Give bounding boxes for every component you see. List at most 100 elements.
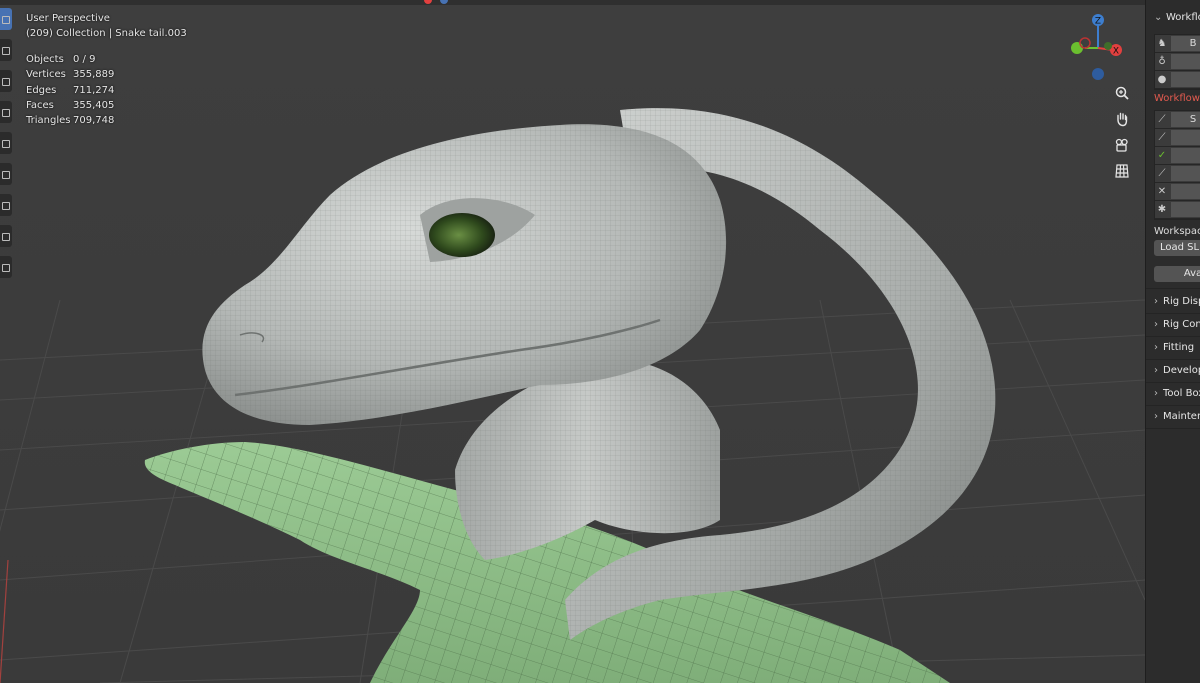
workflow-panel-header[interactable]: ⌄Workflow (1154, 12, 1200, 23)
chevron-right-icon: › (1154, 365, 1158, 376)
annotate-icon[interactable] (0, 194, 12, 216)
stat-row: Edges 711,274 (26, 83, 133, 98)
tool-shelf (0, 8, 12, 287)
viewport-info: User Perspective (209) Collection | Snak… (26, 11, 187, 41)
bone-icon: ⟋ (1158, 132, 1166, 143)
tool-row[interactable]: ⟋ (1155, 165, 1200, 183)
stat-label: Objects (26, 54, 64, 65)
y-axis-handle[interactable] (1071, 42, 1083, 54)
section-label: Tool Box (1163, 388, 1200, 399)
snake-eye (429, 213, 495, 257)
neg-y-handle[interactable] (1104, 42, 1112, 50)
tool-row[interactable]: ✓ (1155, 147, 1200, 165)
section-label: Mainten (1163, 411, 1200, 422)
section-label: Develop (1163, 365, 1200, 376)
cursor-icon[interactable] (0, 39, 12, 61)
transform-icon[interactable] (0, 163, 12, 185)
sidebar-panel: ⌄Workflow ♞ B ♁ ● Workflow F ⟋S ⟋ ✓ ⟋ ✕ … (1145, 0, 1200, 683)
section-label: Fitting (1163, 342, 1195, 353)
stat-row: Faces 355,405 (26, 98, 133, 113)
rotate-icon[interactable] (0, 101, 12, 123)
workflow-row[interactable]: ● (1155, 71, 1200, 89)
tool-row-value (1171, 202, 1200, 217)
armature-icon: ♞ (1157, 38, 1167, 49)
chevron-right-icon: › (1154, 296, 1158, 307)
chevron-right-icon: › (1154, 388, 1158, 399)
chevron-right-icon: › (1154, 342, 1158, 353)
tool-row-value (1171, 130, 1200, 145)
bone-icon: ⟋ (1158, 168, 1166, 179)
collection-info: (209) Collection | Snake tail.003 (26, 28, 187, 39)
tool-row[interactable]: ✱ (1155, 201, 1200, 219)
scene-statistics: Objects 0 / 9 Vertices 355,889 Edges 711… (26, 52, 133, 128)
divider (1146, 405, 1200, 406)
scale-icon[interactable] (0, 132, 12, 154)
section-label: Rig Cont (1163, 319, 1200, 330)
viewport-scene[interactable] (0, 0, 1200, 683)
stat-value: 709,748 (73, 115, 115, 127)
divider (1146, 336, 1200, 337)
camera-icon[interactable] (1111, 134, 1133, 156)
view-name: User Perspective (26, 13, 110, 24)
viewport-header (0, 0, 1145, 5)
workflow-title: Workflow (1166, 12, 1200, 23)
stat-value: 0 / 9 (73, 54, 96, 65)
load-sl-button[interactable]: Load SL A (1154, 240, 1200, 256)
ava-button[interactable]: Ava (1154, 266, 1200, 282)
tool-row-value: S (1171, 112, 1200, 127)
section-developer[interactable]: › Develop (1154, 365, 1200, 376)
zoom-icon[interactable] (1111, 82, 1133, 104)
tool-row-value (1171, 166, 1200, 181)
section-rig-display[interactable]: › Rig Disp (1154, 296, 1200, 307)
tool-row[interactable]: ⟋ (1155, 129, 1200, 147)
workspace-label: Workspace (1154, 226, 1200, 237)
stat-value: 711,274 (73, 84, 115, 96)
workflow-row[interactable]: ♞ B (1155, 35, 1200, 53)
divider (1146, 428, 1200, 429)
sphere-icon: ● (1157, 74, 1167, 85)
grid-view-icon[interactable] (1111, 160, 1133, 182)
navigation-gizmo[interactable]: Z X (1063, 10, 1133, 85)
stat-label: Edges (26, 84, 57, 96)
section-rig-control[interactable]: › Rig Cont (1154, 319, 1200, 330)
stat-value: 355,405 (73, 99, 115, 111)
section-maintenance[interactable]: › Mainten (1154, 411, 1200, 422)
workflow-row-value (1171, 54, 1200, 69)
3d-viewport[interactable]: User Perspective (209) Collection | Snak… (0, 0, 1200, 683)
workflow-box: ♞ B ♁ ● (1154, 34, 1200, 90)
neg-z-handle[interactable] (1092, 68, 1104, 80)
workflow-row-value (1171, 72, 1200, 87)
neg-x-handle[interactable] (1079, 37, 1091, 49)
divider (1146, 288, 1200, 289)
chevron-right-icon: › (1154, 411, 1158, 422)
section-tool-box[interactable]: › Tool Box (1154, 388, 1200, 399)
bone-x-icon: ✕ (1157, 186, 1167, 197)
tool-row[interactable]: ✕ (1155, 183, 1200, 201)
measure-icon[interactable] (0, 225, 12, 247)
divider (1146, 359, 1200, 360)
section-fitting[interactable]: › Fitting (1154, 342, 1194, 353)
workflow-row[interactable]: ♁ (1155, 53, 1200, 71)
workflow-red-heading: Workflow F (1154, 93, 1200, 104)
tool-row[interactable]: ⟋ S (1155, 111, 1200, 129)
hand-pan-icon[interactable] (1111, 108, 1133, 130)
tool-row-value (1171, 148, 1200, 163)
chevron-down-icon: ⌄ (1154, 12, 1163, 23)
add-cube-icon[interactable] (0, 256, 12, 278)
x-axis-label: X (1113, 47, 1119, 57)
divider (1146, 313, 1200, 314)
stat-row: Vertices 355,889 (26, 67, 133, 82)
tool-row-value (1171, 184, 1200, 199)
move-icon[interactable] (0, 70, 12, 92)
stat-label: Vertices (26, 69, 66, 81)
stat-label: Faces (26, 99, 54, 111)
stat-row: Objects 0 / 9 (26, 52, 133, 67)
workflow-row-value: B (1171, 36, 1200, 51)
select-tool-icon[interactable] (0, 8, 12, 30)
stat-value: 355,889 (73, 69, 115, 81)
chevron-right-icon: › (1154, 319, 1158, 330)
divider (1146, 382, 1200, 383)
stat-label: Triangles (26, 115, 71, 127)
figure-icon: ✱ (1157, 204, 1167, 215)
section-label: Rig Disp (1163, 296, 1200, 307)
